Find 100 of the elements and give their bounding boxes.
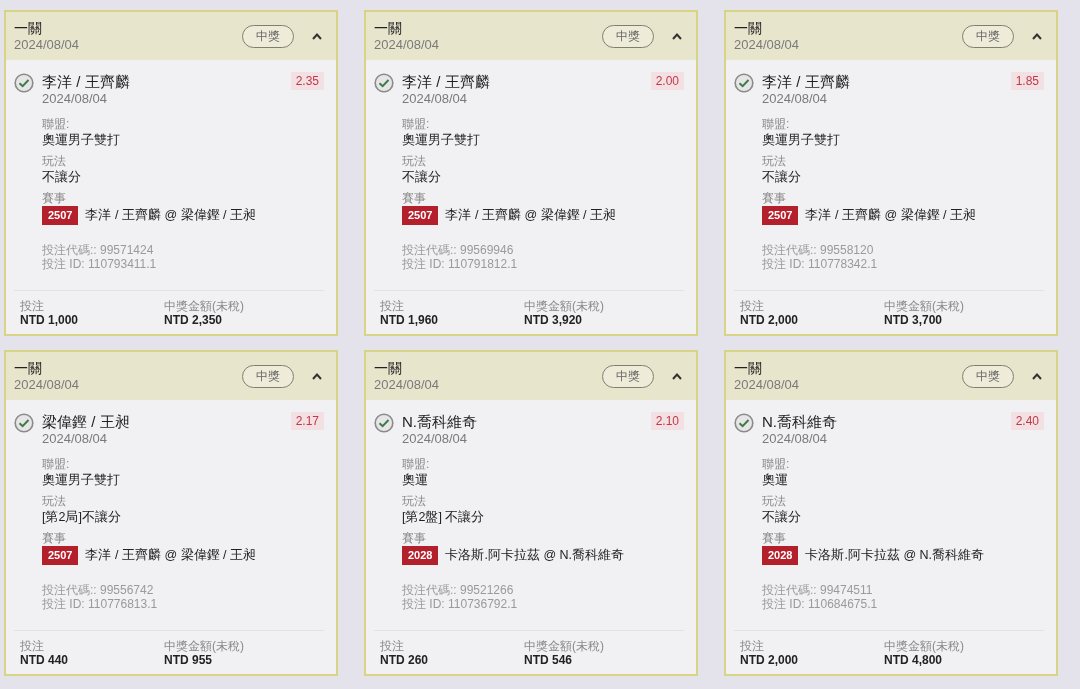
payout-amount: NTD 3,700 [884,313,943,328]
stake-amount: NTD 2,000 [740,653,799,668]
field-label: 玩法 [42,154,66,169]
stake-label: 投注 [20,639,44,653]
date-text: 2024/08/04 [42,431,108,447]
date-text: 2024/08/04 [762,91,828,107]
stake-amount: NTD 440 [20,653,69,668]
field-label: 聯盟: [762,457,790,472]
check-icon [14,413,34,433]
payout-amount: NTD 3,920 [524,313,583,328]
selection-name: 李洋 / 王齊麟 [402,72,490,91]
match-code-badge: 2507 [762,206,799,225]
bet-code-text: 投注代碼:: 99558120 [762,243,874,257]
bet-type-label: 一關 [14,359,42,377]
stake-label: 投注 [380,639,404,653]
odds-badge: 2.40 [1010,412,1044,430]
field-value: 不讓分 [762,169,801,186]
field-value: 奧運 [402,472,428,489]
stake-amount: NTD 1,960 [380,313,439,328]
payout-amount: NTD 955 [164,653,213,668]
field-value: 不讓分 [762,509,801,526]
match-name: 李洋 / 王齊麟 @ 梁偉鏗 / 王昶 [445,207,616,224]
bet-id-text: 投注 ID: 110736792.1 [402,597,518,611]
field-label: 聯盟: [42,117,70,132]
field-label: 玩法 [402,494,426,509]
stake-label: 投注 [740,639,764,653]
field-label: 玩法 [762,494,786,509]
match-code-badge: 2507 [402,206,439,225]
odds-badge: 2.35 [290,72,324,90]
match-name: 卡洛斯.阿卡拉茲 @ N.喬科維奇 [805,547,985,564]
date-text: 2024/08/04 [14,377,80,393]
selection-name: N.喬科維奇 [402,412,477,431]
field-label: 玩法 [42,494,66,509]
bet-id-text: 投注 ID: 110791812.1 [402,257,518,271]
bet-code-text: 投注代碼:: 99521266 [402,583,514,597]
status-pill: 中獎 [602,364,654,388]
status-pill: 中獎 [242,364,294,388]
field-label: 聯盟: [42,457,70,472]
caret-icon[interactable] [312,32,322,40]
field-value: [第2局]不讓分 [42,509,121,526]
bet-id-text: 投注 ID: 110778342.1 [762,257,878,271]
selection-name: 李洋 / 王齊麟 [762,72,850,91]
caret-icon[interactable] [672,32,682,40]
selection-name: 梁偉鏗 / 王昶 [42,412,130,431]
payout-amount: NTD 4,800 [884,653,943,668]
selection-name: N.喬科維奇 [762,412,837,431]
stake-label: 投注 [20,299,44,313]
match-name: 卡洛斯.阿卡拉茲 @ N.喬科維奇 [445,547,625,564]
caret-icon[interactable] [1032,32,1042,40]
field-label: 聯盟: [402,117,430,132]
field-label: 賽事 [42,531,66,546]
match-code-badge: 2028 [762,546,799,565]
bet-type-label: 一關 [14,19,42,37]
date-text: 2024/08/04 [14,37,80,53]
date-text: 2024/08/04 [402,91,468,107]
match-name: 李洋 / 王齊麟 @ 梁偉鏗 / 王昶 [85,547,256,564]
bet-type-label: 一關 [734,19,762,37]
odds-badge: 2.00 [650,72,684,90]
payout-amount: NTD 546 [524,653,573,668]
bet-type-label: 一關 [374,19,402,37]
payout-label: 中獎金額(未稅) [164,639,244,653]
stake-amount: NTD 2,000 [740,313,799,328]
field-label: 賽事 [762,531,786,546]
match-code-badge: 2507 [42,546,79,565]
match-code-badge: 2028 [402,546,439,565]
date-text: 2024/08/04 [734,377,800,393]
odds-badge: 1.85 [1010,72,1044,90]
payout-label: 中獎金額(未稅) [524,299,604,313]
field-label: 賽事 [402,191,426,206]
payout-amount: NTD 2,350 [164,313,223,328]
field-value: 奧運男子雙打 [42,132,120,149]
stake-label: 投注 [740,299,764,313]
bet-code-text: 投注代碼:: 99474511 [762,583,873,597]
date-text: 2024/08/04 [734,37,800,53]
check-icon [734,413,754,433]
date-text: 2024/08/04 [402,431,468,447]
field-value: 奧運男子雙打 [402,132,480,149]
status-pill: 中獎 [602,24,654,48]
stake-amount: NTD 1,000 [20,313,79,328]
field-label: 玩法 [402,154,426,169]
check-icon [734,73,754,93]
match-name: 李洋 / 王齊麟 @ 梁偉鏗 / 王昶 [85,207,256,224]
field-label: 聯盟: [762,117,790,132]
caret-icon[interactable] [672,372,682,380]
match-name: 李洋 / 王齊麟 @ 梁偉鏗 / 王昶 [805,207,976,224]
bet-code-text: 投注代碼:: 99569946 [402,243,514,257]
field-label: 賽事 [762,191,786,206]
bet-id-text: 投注 ID: 110684675.1 [762,597,878,611]
date-text: 2024/08/04 [374,37,440,53]
field-value: 奧運 [762,472,788,489]
field-label: 賽事 [402,531,426,546]
field-value: [第2盤] 不讓分 [402,509,485,526]
field-label: 玩法 [762,154,786,169]
payout-label: 中獎金額(未稅) [524,639,604,653]
caret-icon[interactable] [1032,372,1042,380]
match-code-badge: 2507 [42,206,79,225]
stake-amount: NTD 260 [380,653,429,668]
caret-icon[interactable] [312,372,322,380]
date-text: 2024/08/04 [42,91,108,107]
field-value: 不讓分 [42,169,81,186]
